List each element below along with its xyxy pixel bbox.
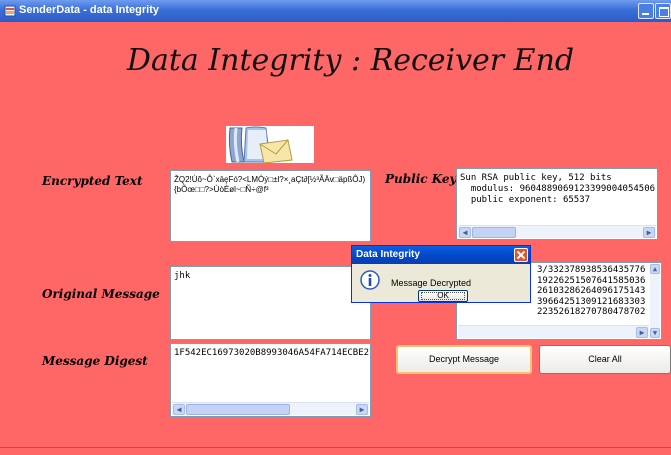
message-digest-label: Message Digest <box>42 354 148 368</box>
scroll-left-arrow-icon[interactable]: ◀ <box>173 404 185 415</box>
public-key-area[interactable]: Sun RSA public key, 512 bits modulus: 96… <box>456 168 658 240</box>
dialog-ok-button[interactable]: OK <box>418 290 468 302</box>
dialog-title: Data Integrity <box>352 246 530 264</box>
info-icon <box>360 270 380 290</box>
message-digest-hscroll[interactable]: ◀ ▶ <box>172 402 369 415</box>
encrypted-text-area[interactable]: ŽQ2!Ùõ~Ô`xāȩFó?<LMÓý□±l?×¸aÇt∂[½³ÃÄv□äpß… <box>170 170 371 242</box>
original-message-label: Original Message <box>42 287 160 301</box>
minimize-button[interactable] <box>638 3 654 19</box>
scroll-thumb[interactable] <box>472 227 516 238</box>
public-key-hscroll[interactable]: ◀ ▶ <box>458 225 656 238</box>
public-key-text: Sun RSA public key, 512 bits modulus: 96… <box>460 173 656 205</box>
public-key-values-text: 3/332378938536435776 1922625150764158503… <box>537 265 646 317</box>
public-key-label: Public Key <box>385 172 457 186</box>
window-title: SenderData - data Integrity <box>19 4 159 16</box>
original-message-text: jhk <box>174 271 191 281</box>
java-app-icon <box>4 5 16 17</box>
original-message-area[interactable]: jhk <box>170 266 371 340</box>
scroll-down-arrow-icon[interactable]: ▼ <box>650 328 660 338</box>
public-key-values-hscroll[interactable]: ▶ <box>458 325 649 338</box>
scroll-thumb[interactable] <box>186 404 290 415</box>
window-title-bar[interactable]: SenderData - data Integrity <box>0 0 671 22</box>
public-key-values-vscroll[interactable]: ▲ ▼ <box>650 264 660 338</box>
encrypted-text-label: Encrypted Text <box>42 174 143 188</box>
maximize-button[interactable] <box>655 3 671 19</box>
message-digest-area[interactable]: 1F542EC16973020B8993046A54FA714ECBE27 ◀ … <box>170 343 371 417</box>
page-title: Data Integrity : Receiver End <box>126 43 575 78</box>
scroll-right-arrow-icon[interactable]: ▶ <box>356 404 368 415</box>
window-bottom-divider <box>0 447 671 448</box>
dialog-close-icon[interactable] <box>514 248 528 262</box>
scroll-right-arrow-icon[interactable]: ▶ <box>636 327 648 338</box>
encrypted-text-value: ŽQ2!Ùõ~Ô`xāȩFó?<LMÓý□±l?×¸aÇt∂[½³ÃÄv□äpß… <box>174 175 366 194</box>
scroll-left-arrow-icon[interactable]: ◀ <box>459 227 471 238</box>
envelope-logo-icon <box>226 126 314 163</box>
message-dialog[interactable]: Data Integrity Message Decrypted OK <box>351 245 531 303</box>
clear-all-button[interactable]: Clear All <box>539 345 671 374</box>
dialog-message: Message Decrypted <box>391 278 472 288</box>
scroll-up-arrow-icon[interactable]: ▲ <box>650 264 660 274</box>
scroll-right-arrow-icon[interactable]: ▶ <box>643 227 655 238</box>
decrypt-message-button[interactable]: Decrypt Message <box>396 345 532 374</box>
message-digest-text: 1F542EC16973020B8993046A54FA714ECBE27 <box>174 348 371 358</box>
